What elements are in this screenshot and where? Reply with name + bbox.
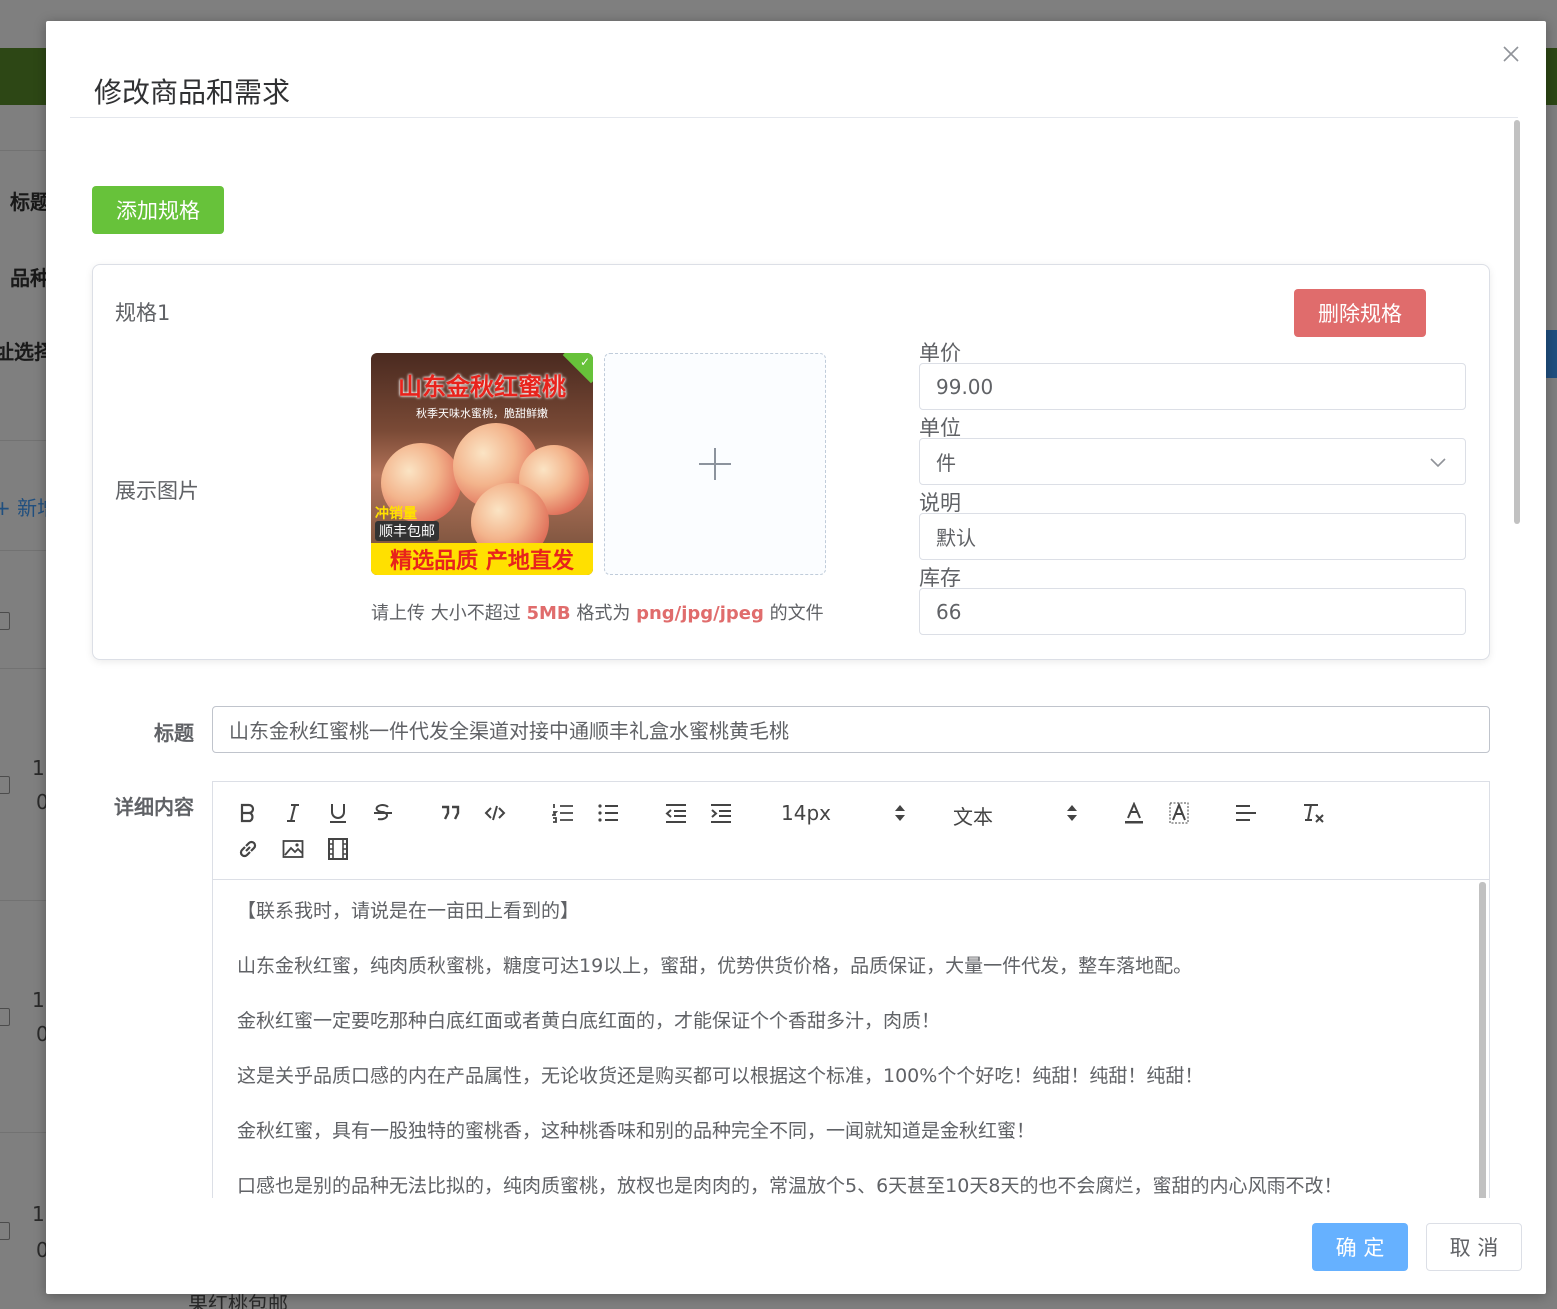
unit-select[interactable]: 件 <box>919 438 1466 485</box>
upload-tip-size: 5MB <box>526 603 571 624</box>
bold-icon[interactable] <box>235 800 261 826</box>
font-size-select[interactable]: 14px <box>781 801 831 825</box>
dialog-scrollbar[interactable] <box>1512 118 1522 1198</box>
image-subtitle-text: 秋季天味水蜜桃，脆甜鲜嫩 <box>416 407 548 420</box>
dialog-body: 添加规格 规格1 删除规格 展示图片 山东金秋红蜜桃 秋季天味水蜜桃，脆甜鲜嫩 … <box>70 118 1522 1198</box>
edit-product-dialog: 修改商品和需求 添加规格 规格1 删除规格 展示图片 山东金秋红蜜桃 秋季天味水… <box>46 21 1546 1294</box>
background-color-icon[interactable] <box>1166 800 1192 826</box>
image-tag: 顺丰包邮 <box>375 521 439 541</box>
editor-paragraph: 口感也是别的品种无法比拟的，纯肉质蜜桃，放杈也是肉肉的，常温放个5、6天甚至10… <box>237 1175 1343 1197</box>
outdent-icon[interactable] <box>663 800 689 826</box>
font-size-arrows-icon[interactable] <box>887 800 913 826</box>
check-icon: ✓ <box>579 355 590 369</box>
display-image-label: 展示图片 <box>115 479 199 503</box>
link-icon[interactable] <box>235 836 261 862</box>
italic-icon[interactable] <box>280 800 306 826</box>
editor-content[interactable]: 【联系我时，请说是在一亩田上看到的】 山东金秋红蜜，纯肉质秋蜜桃，糖度可达19以… <box>213 880 1489 1198</box>
detail-label: 详细内容 <box>114 795 194 819</box>
editor-paragraph: 【联系我时，请说是在一亩田上看到的】 <box>237 900 580 922</box>
confirm-button[interactable]: 确 定 <box>1312 1223 1408 1271</box>
blockquote-icon[interactable] <box>437 800 463 826</box>
header-type-select[interactable]: 文本 <box>953 801 993 830</box>
price-input[interactable]: 99.00 <box>919 363 1466 410</box>
upload-tip-text: 请上传 大小不超过 <box>371 603 527 624</box>
description-input[interactable]: 默认 <box>919 513 1466 560</box>
product-image-thumbnail[interactable]: 山东金秋红蜜桃 秋季天味水蜜桃，脆甜鲜嫩 冲销量 顺丰包邮 精选品质 产地直发 … <box>371 353 593 575</box>
upload-tip: 请上传 大小不超过 5MB 格式为 png/jpg/jpeg 的文件 <box>371 599 824 625</box>
editor-paragraph: 金秋红蜜，具有一股独特的蜜桃香，这种桃香味和别的品种完全不同，一闻就知道是金秋红… <box>237 1120 1036 1142</box>
editor-toolbar: 14px 文本 <box>213 782 1489 880</box>
editor-scrollbar[interactable] <box>1477 882 1487 1198</box>
close-icon[interactable] <box>1502 45 1520 63</box>
dialog-title: 修改商品和需求 <box>94 76 291 109</box>
editor-paragraph: 这是关乎品质口感的内在产品属性，无论收货还是购买都可以根据这个标准，100%个个… <box>237 1065 1204 1087</box>
cancel-button[interactable]: 取 消 <box>1426 1223 1522 1271</box>
code-icon[interactable] <box>482 800 508 826</box>
video-icon[interactable] <box>325 836 351 862</box>
upload-tip-formats: png/jpg/jpeg <box>636 603 764 624</box>
add-spec-button[interactable]: 添加规格 <box>92 186 224 234</box>
upload-tip-text: 格式为 <box>570 603 637 624</box>
delete-spec-button[interactable]: 删除规格 <box>1294 289 1426 337</box>
chevron-down-icon <box>1430 458 1446 468</box>
dialog-scrollbar-thumb[interactable] <box>1514 120 1520 524</box>
ordered-list-icon[interactable] <box>550 800 576 826</box>
font-color-icon[interactable] <box>1121 800 1147 826</box>
image-banner-text: 精选品质 产地直发 <box>371 543 593 575</box>
align-icon[interactable] <box>1233 800 1259 826</box>
header-type-arrows-icon[interactable] <box>1059 800 1085 826</box>
unit-select-value: 件 <box>936 451 956 475</box>
editor-scrollbar-thumb[interactable] <box>1479 882 1486 1198</box>
image-upload-button[interactable] <box>604 353 826 575</box>
image-icon[interactable] <box>280 836 306 862</box>
strike-icon[interactable] <box>370 800 396 826</box>
stock-input[interactable]: 66 <box>919 588 1466 635</box>
indent-icon[interactable] <box>708 800 734 826</box>
bullet-list-icon[interactable] <box>595 800 621 826</box>
rich-text-editor: 14px 文本 【联系我时，请说是在一亩田上看到的】 山东金秋红蜜，纯肉质秋蜜桃… <box>212 781 1490 1198</box>
spec-card: 规格1 删除规格 展示图片 山东金秋红蜜桃 秋季天味水蜜桃，脆甜鲜嫩 冲销量 顺… <box>92 264 1490 660</box>
underline-icon[interactable] <box>325 800 351 826</box>
editor-paragraph: 金秋红蜜一定要吃那种白底红面或者黄白底红面的，才能保证个个香甜多汁，肉质！ <box>237 1010 941 1032</box>
plus-icon <box>699 448 731 480</box>
title-label: 标题 <box>154 721 194 745</box>
image-tag: 冲销量 <box>375 506 417 522</box>
upload-tip-text: 的文件 <box>763 603 824 624</box>
spec-name: 规格1 <box>115 301 171 325</box>
title-input[interactable]: 山东金秋红蜜桃一件代发全渠道对接中通顺丰礼盒水蜜桃黄毛桃 <box>212 706 1490 753</box>
image-title-text: 山东金秋红蜜桃 <box>398 373 566 401</box>
editor-paragraph: 山东金秋红蜜，纯肉质秋蜜桃，糖度可达19以上，蜜甜，优势供货价格，品质保证，大量… <box>237 955 1193 977</box>
clear-format-icon[interactable] <box>1301 800 1327 826</box>
